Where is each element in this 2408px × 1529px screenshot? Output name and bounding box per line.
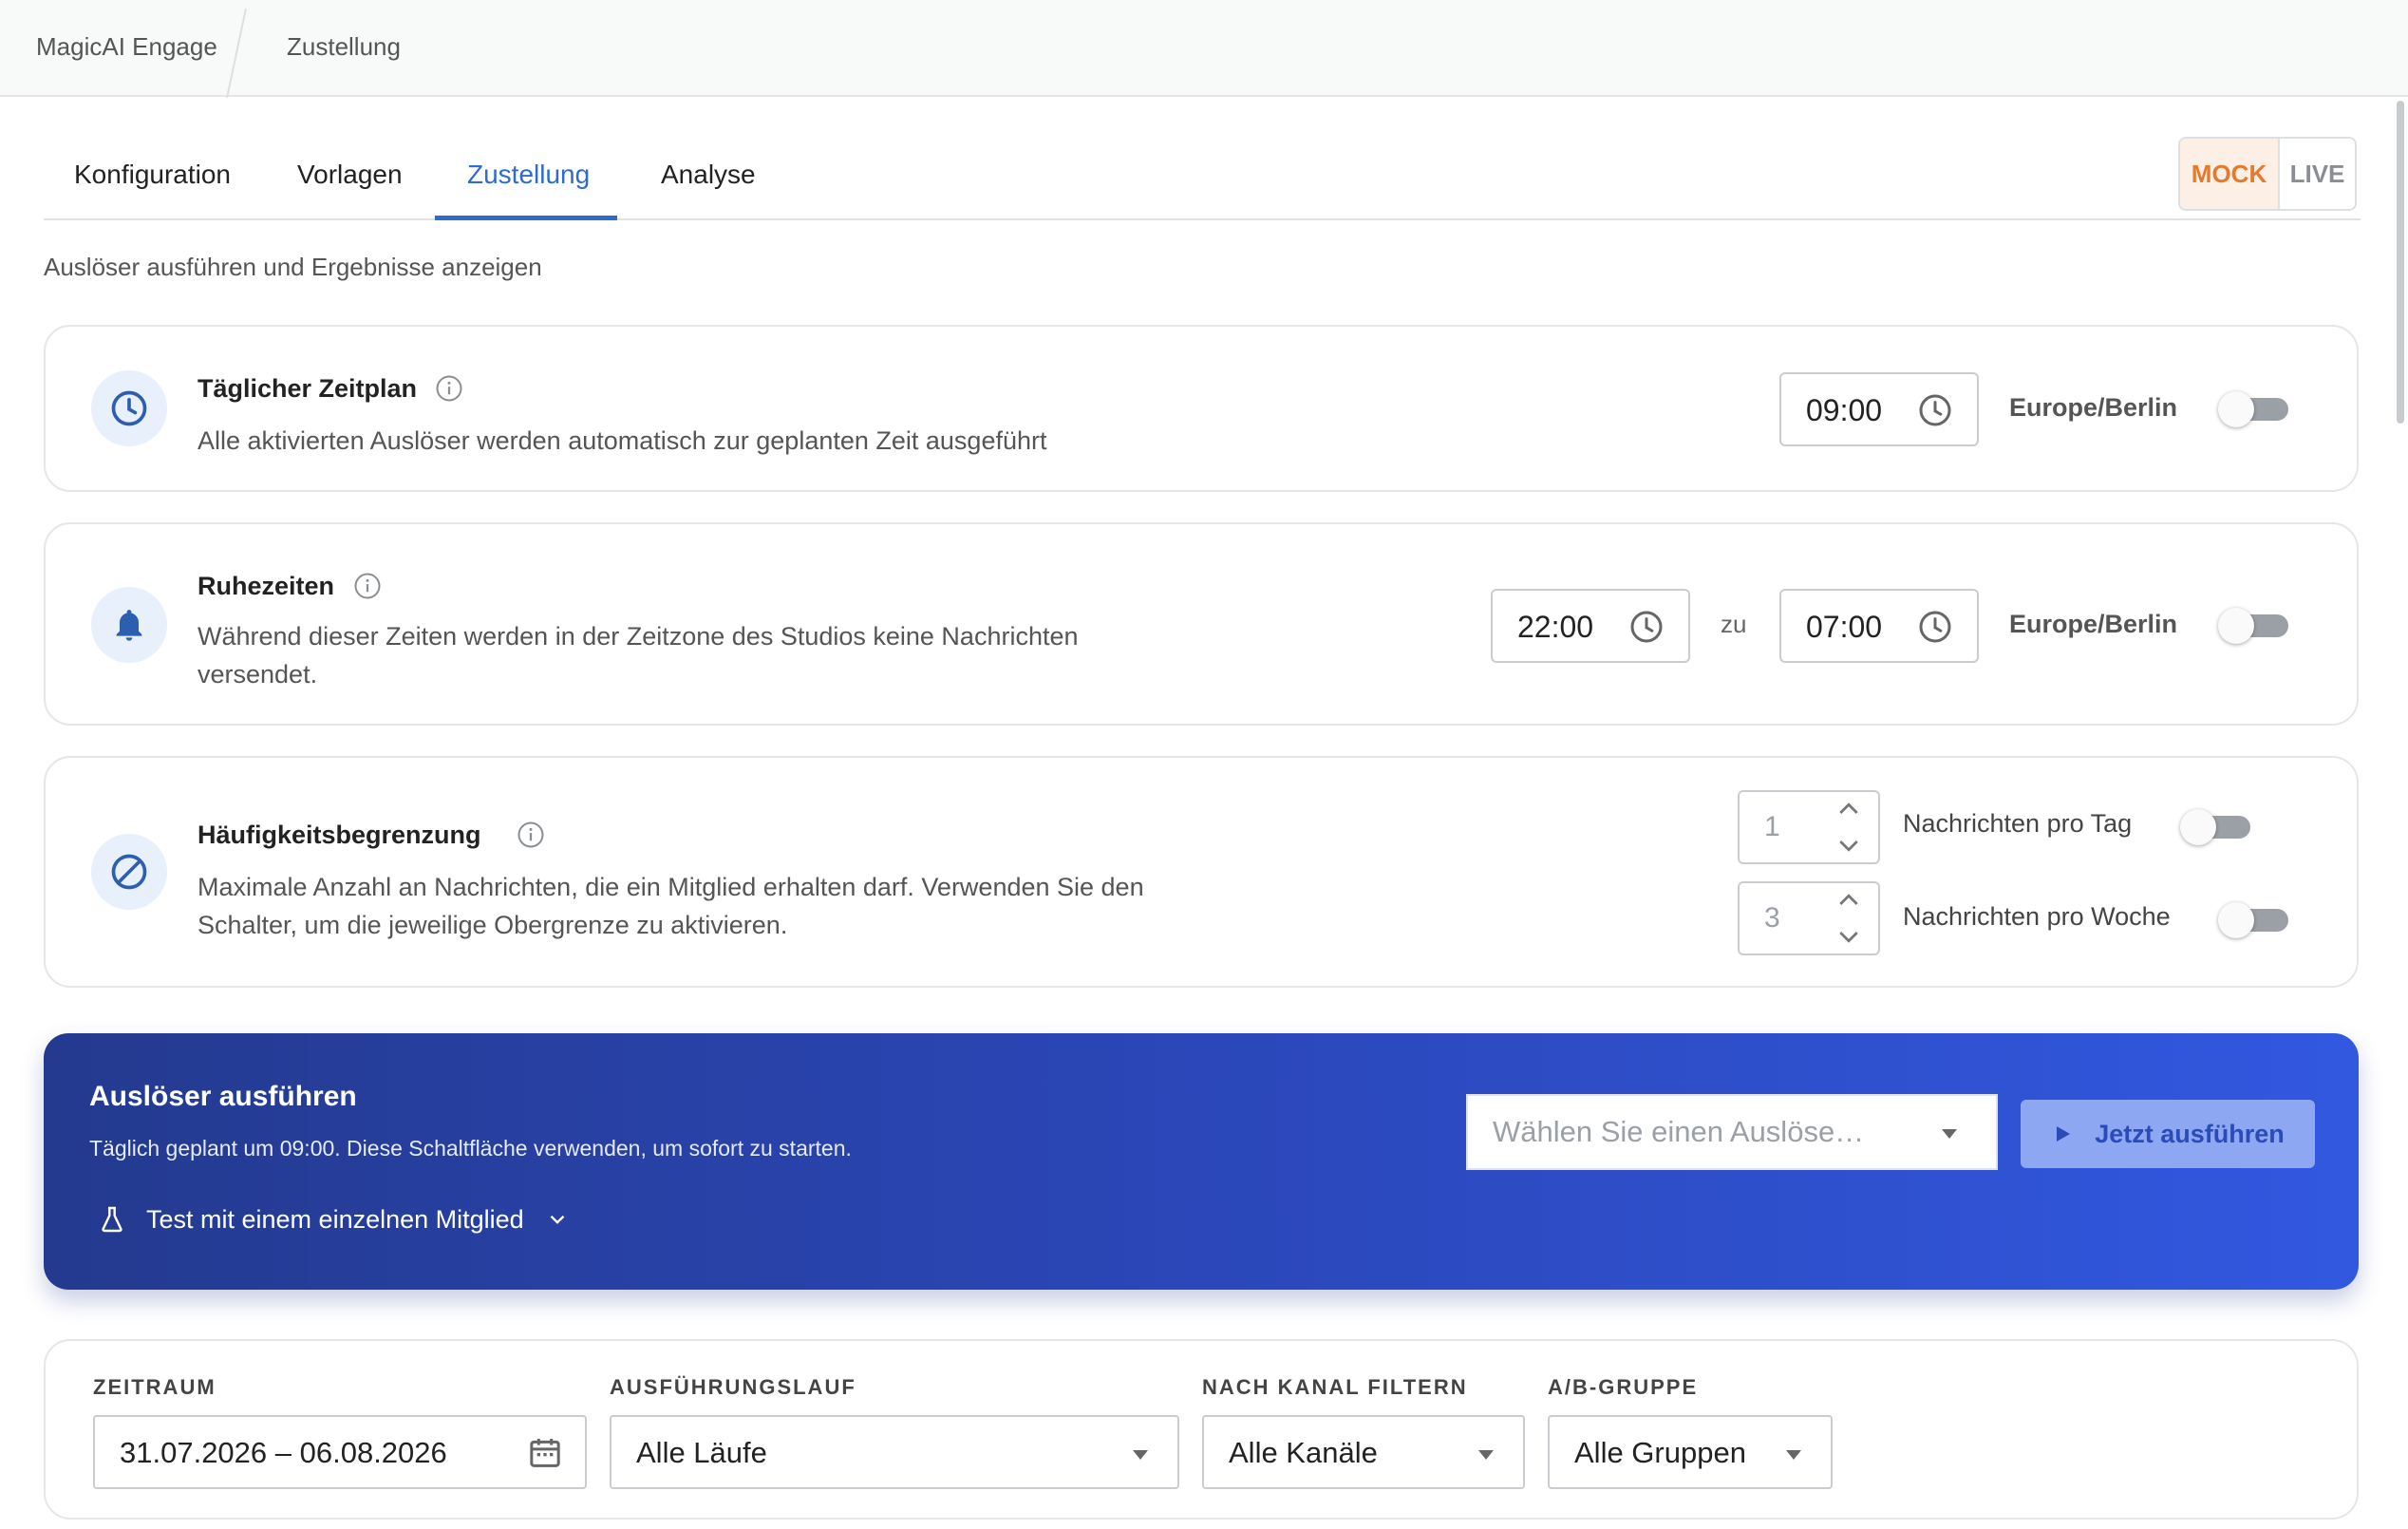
test-single-member-label: Test mit einem einzelnen Mitglied — [146, 1204, 524, 1234]
chevron-down-icon[interactable] — [1834, 927, 1863, 948]
tab-konfiguration[interactable]: Konfiguration — [74, 160, 231, 190]
per-day-stepper[interactable]: 1 — [1738, 790, 1880, 864]
tab-analyse[interactable]: Analyse — [661, 160, 756, 190]
run-trigger-title: Auslöser ausführen — [89, 1081, 357, 1112]
quiet-hours-toggle[interactable] — [2218, 608, 2288, 644]
run-trigger-description: Täglich geplant um 09:00. Diese Schaltfl… — [89, 1136, 852, 1161]
toggle-knob — [2180, 809, 2216, 845]
quiet-hours-description-line1: Während dieser Zeiten werden in der Zeit… — [198, 622, 1079, 651]
run-now-label: Jetzt ausführen — [2095, 1119, 2285, 1148]
per-week-value: 3 — [1764, 902, 1780, 934]
quiet-to-time-input[interactable]: 07:00 — [1779, 589, 1979, 663]
period-value: 31.07.2026 – 06.08.2026 — [120, 1436, 447, 1469]
frequency-limit-description-line1: Maximale Anzahl an Nachrichten, die ein … — [198, 873, 1144, 901]
toggle-knob — [2218, 608, 2254, 644]
trigger-select-placeholder: Wählen Sie einen Auslöse… — [1493, 1115, 1865, 1148]
run-filter-label: AUSFÜHRUNGSLAUF — [610, 1375, 856, 1399]
info-icon[interactable] — [517, 821, 545, 849]
quiet-icon-badge — [91, 587, 167, 663]
schedule-time-value: 09:00 — [1806, 393, 1883, 427]
per-week-label: Nachrichten pro Woche — [1903, 902, 2171, 931]
toggle-knob — [2218, 902, 2254, 938]
run-trigger-panel: Auslöser ausführen Täglich geplant um 09… — [44, 1033, 2359, 1290]
run-now-button[interactable]: Jetzt ausführen — [2021, 1100, 2315, 1168]
scrollbar[interactable] — [2397, 101, 2404, 424]
channel-filter-value: Alle Kanäle — [1229, 1436, 1378, 1469]
per-day-toggle[interactable] — [2180, 809, 2250, 845]
test-single-member-toggle[interactable]: Test mit einem einzelnen Mitglied — [97, 1204, 570, 1235]
breadcrumb-page: Zustellung — [287, 32, 401, 61]
clock-icon[interactable] — [1916, 391, 1954, 429]
breadcrumb-separator — [226, 8, 247, 99]
schedule-title: Täglicher Zeitplan — [198, 374, 418, 403]
breadcrumb-app[interactable]: MagicAI Engage — [36, 32, 217, 62]
bell-icon — [116, 610, 142, 641]
trigger-select[interactable]: Wählen Sie einen Auslöse… — [1466, 1094, 1998, 1170]
quiet-hours-title: Ruhezeiten — [198, 572, 335, 600]
schedule-icon-badge — [91, 370, 167, 446]
quiet-from-time-input[interactable]: 22:00 — [1491, 589, 1690, 663]
schedule-toggle[interactable] — [2218, 391, 2288, 427]
caret-down-icon — [1942, 1129, 1957, 1139]
schedule-timezone: Europe/Berlin — [2009, 393, 2178, 422]
schedule-description: Alle aktivierten Auslöser werden automat… — [198, 426, 1047, 455]
quiet-timezone: Europe/Berlin — [2009, 610, 2178, 638]
per-day-value: 1 — [1764, 811, 1780, 842]
filters-card: ZEITRAUM 31.07.2026 – 06.08.2026 AUSFÜHR… — [44, 1339, 2359, 1520]
chevron-up-icon[interactable] — [1834, 798, 1863, 819]
tab-zustellung[interactable]: Zustellung — [467, 160, 590, 190]
quiet-hours-card: Ruhezeiten Während dieser Zeiten werden … — [44, 522, 2359, 726]
info-icon[interactable] — [435, 374, 463, 403]
info-icon[interactable] — [353, 572, 382, 600]
schedule-time-input[interactable]: 09:00 — [1779, 372, 1979, 446]
flask-icon — [102, 1206, 122, 1233]
play-icon — [2057, 1126, 2071, 1142]
ab-group-select[interactable]: Alle Gruppen — [1548, 1415, 1833, 1489]
mock-mode-button[interactable]: MOCK — [2180, 139, 2280, 209]
clock-icon[interactable] — [1916, 608, 1954, 646]
per-week-stepper[interactable]: 3 — [1738, 881, 1880, 955]
quiet-from-value: 22:00 — [1517, 610, 1594, 644]
chevron-down-icon — [550, 1215, 565, 1224]
calendar-icon[interactable] — [526, 1434, 564, 1472]
period-date-picker[interactable]: 31.07.2026 – 06.08.2026 — [93, 1415, 587, 1489]
per-day-label: Nachrichten pro Tag — [1903, 809, 2133, 838]
ab-group-label: A/B-GRUPPE — [1548, 1375, 1699, 1399]
top-bar: MagicAI Engage Zustellung — [0, 0, 2408, 99]
live-mode-button[interactable]: LIVE — [2280, 139, 2355, 209]
block-icon — [111, 854, 147, 890]
quiet-hours-description-line2: versendet. — [198, 660, 318, 689]
toggle-knob — [2218, 391, 2254, 427]
ab-group-value: Alle Gruppen — [1574, 1436, 1746, 1469]
clock-icon[interactable] — [1627, 608, 1665, 646]
channel-filter-label: NACH KANAL FILTERN — [1202, 1375, 1468, 1399]
tab-vorlagen[interactable]: Vorlagen — [297, 160, 403, 190]
run-filter-select[interactable]: Alle Läufe — [610, 1415, 1179, 1489]
active-tab-indicator — [435, 216, 617, 220]
chevron-down-icon[interactable] — [1834, 836, 1863, 857]
quiet-to-label: zu — [1721, 610, 1747, 638]
limit-icon-badge — [91, 834, 167, 910]
caret-down-icon — [1133, 1450, 1148, 1460]
quiet-to-value: 07:00 — [1806, 610, 1883, 644]
chevron-up-icon[interactable] — [1834, 889, 1863, 910]
run-filter-value: Alle Läufe — [636, 1436, 767, 1469]
tab-bar: Konfiguration Vorlagen Zustellung Analys… — [44, 141, 2361, 220]
frequency-limit-description-line2: Schalter, um die jeweilige Obergrenze zu… — [198, 911, 788, 939]
caret-down-icon — [1478, 1450, 1494, 1460]
schedule-card: Täglicher Zeitplan Alle aktivierten Ausl… — [44, 325, 2359, 492]
frequency-limit-card: Häufigkeitsbegrenzung Maximale Anzahl an… — [44, 756, 2359, 988]
caret-down-icon — [1786, 1450, 1801, 1460]
per-week-toggle[interactable] — [2218, 902, 2288, 938]
mode-switch: MOCK LIVE — [2178, 137, 2357, 211]
clock-icon — [111, 390, 147, 426]
period-label: ZEITRAUM — [93, 1375, 216, 1399]
page-subtitle: Auslöser ausführen und Ergebnisse anzeig… — [44, 253, 542, 281]
frequency-limit-title: Häufigkeitsbegrenzung — [198, 821, 481, 849]
channel-filter-select[interactable]: Alle Kanäle — [1202, 1415, 1525, 1489]
